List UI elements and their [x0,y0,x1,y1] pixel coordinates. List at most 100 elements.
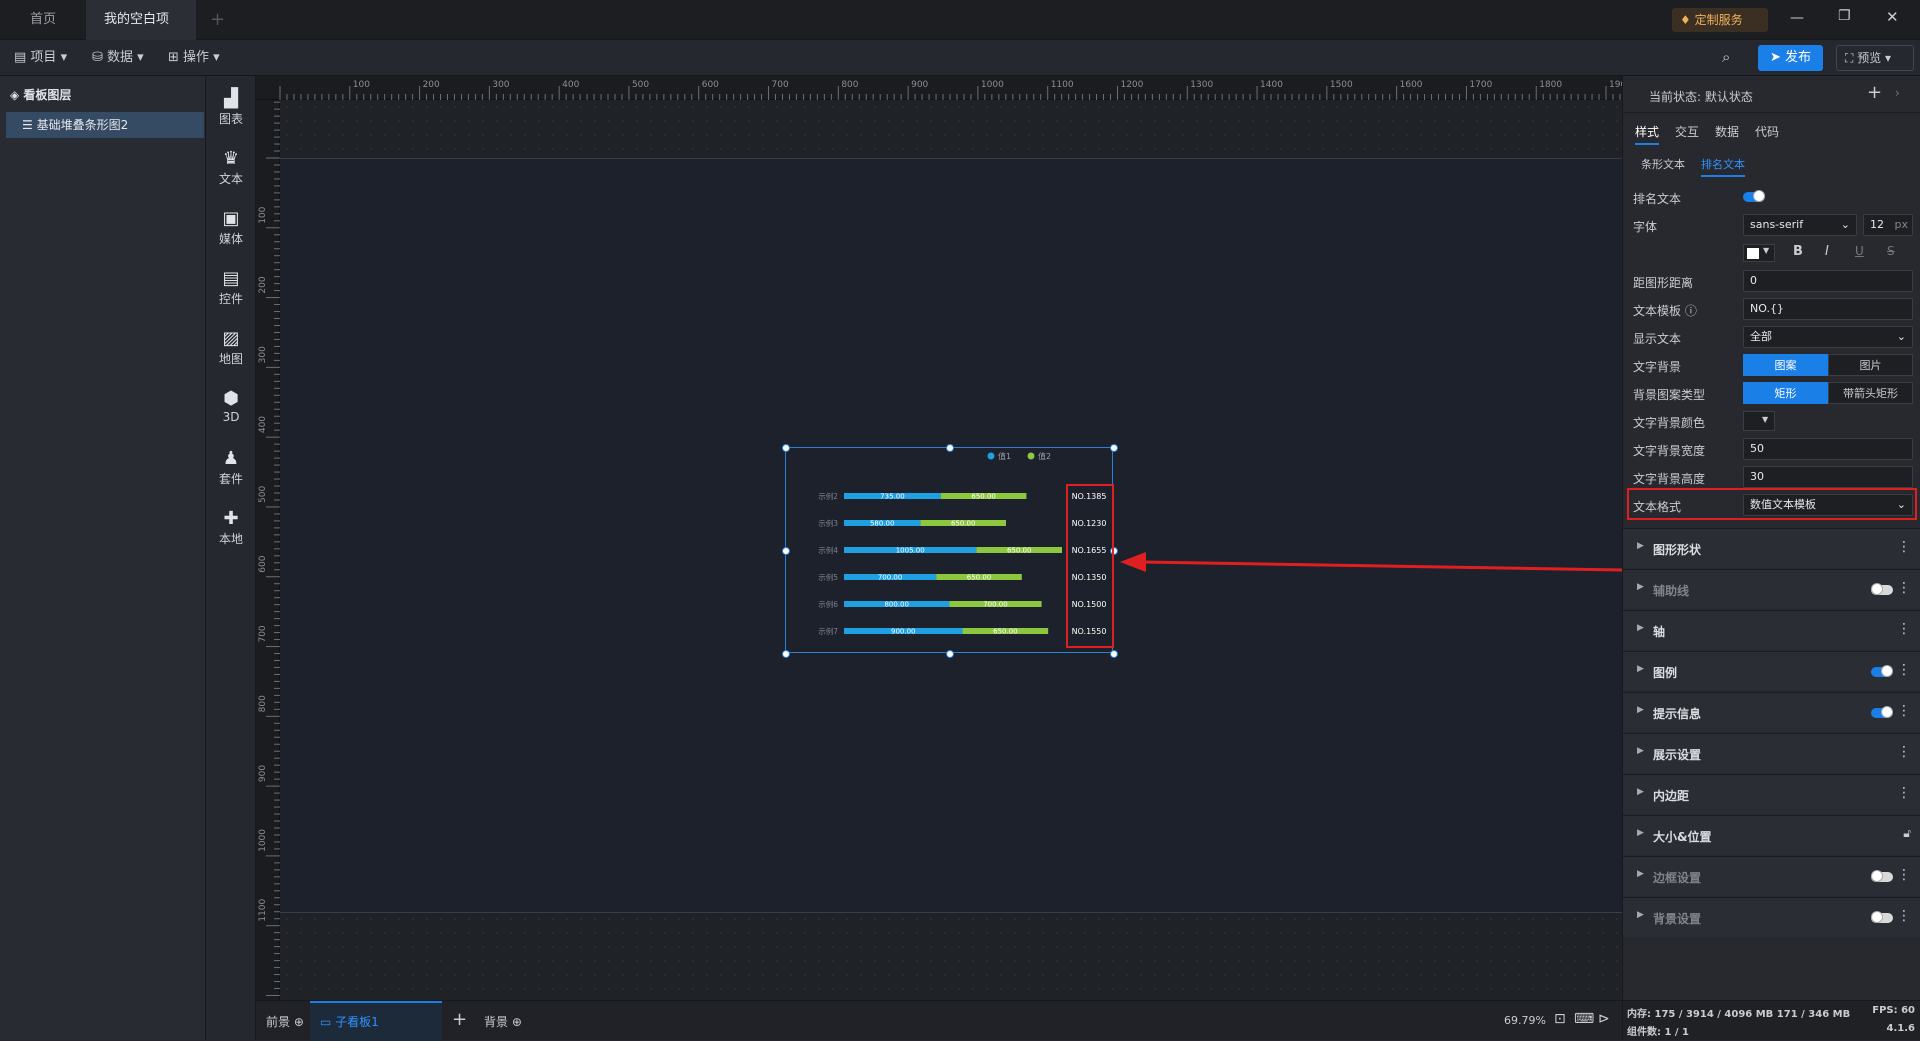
tab-label: 样式 [1635,125,1660,139]
bg-width-input[interactable]: 50 [1743,438,1913,460]
tab-label: 代码 [1755,125,1780,139]
menu-project[interactable]: ▤ 项目 ▾ [14,40,67,76]
tool-control[interactable]: ▤ 控件 [206,268,256,307]
menu-bar: ▤ 项目 ▾ ⛁ 数据 ▾ ⊞ 操作 ▾ ⌕ ➤ 发布 ⛶ 预览 ▾ [0,40,1920,76]
subtab-bar-text[interactable]: 条形文本 [1641,156,1685,172]
section-title: 图形形状 [1653,543,1702,557]
chevron-right-icon[interactable]: › [1895,86,1900,100]
template-label-text: 文本模板 [1633,304,1682,318]
more-vertical-icon[interactable]: ⋮ [1897,662,1911,678]
tab-style[interactable]: 样式 [1635,123,1660,145]
bg-height-input[interactable]: 30 [1743,466,1913,488]
font-color-picker[interactable]: ▼ [1743,244,1775,262]
more-vertical-icon[interactable]: ⋮ [1897,744,1911,760]
bg-image-option[interactable]: 图片 [1828,354,1913,376]
section-toggle[interactable] [1871,911,1893,923]
section-1[interactable]: ▶ 辅助线 ⋮ [1623,569,1920,609]
tool-local[interactable]: ✚ 本地 [206,508,256,547]
more-vertical-icon[interactable]: ⋮ [1897,703,1911,719]
preview-button[interactable]: ⛶ 预览 ▾ [1836,45,1914,71]
add-circle-icon[interactable]: ⊕ [512,1015,522,1029]
rect-option[interactable]: 矩形 [1743,382,1828,404]
tool-kit[interactable]: ♟ 套件 [206,448,256,487]
tool-chart[interactable]: ▟ 图表 [206,88,256,127]
section-6[interactable]: ▶ 内边距 ⋮ [1623,774,1920,814]
layer-item[interactable]: ☰ 基础堆叠条形图2 [6,112,204,138]
search-icon[interactable]: ⌕ [1722,48,1730,66]
lock-icon[interactable]: 🔓︎ [1903,826,1911,841]
more-vertical-icon[interactable]: ⋮ [1897,908,1911,924]
minimize-icon[interactable]: — [1790,10,1804,26]
keyboard-icon[interactable]: ⌨ [1574,1011,1594,1027]
tab-interaction[interactable]: 交互 [1675,123,1699,140]
canvas-area[interactable]: 值1 值2 示例2 735.00 650.00 NO.1385 示例3 580.00 650.0… [280,100,1622,1000]
underline-icon[interactable]: U [1855,244,1864,258]
section-2[interactable]: ▶ 轴 ⋮ [1623,610,1920,650]
section-5[interactable]: ▶ 展示设置 ⋮ [1623,733,1920,773]
template-input[interactable]: NO.{} [1743,298,1913,320]
subtab-rank-text[interactable]: 排名文本 [1701,156,1745,177]
custom-service-button[interactable]: ♦ 定制服务 [1672,8,1768,32]
font-family-select[interactable]: sans-serif ⌄ [1743,214,1857,236]
menu-data[interactable]: ⛁ 数据 ▾ [92,40,144,76]
bold-icon[interactable]: B [1793,244,1803,259]
rank-text-toggle[interactable] [1743,190,1765,202]
tool-3d[interactable]: ⬢ 3D [206,388,256,424]
help-icon[interactable]: ⓘ [1685,304,1697,318]
more-vertical-icon[interactable]: ⋮ [1897,539,1911,555]
strikethrough-icon[interactable]: S [1887,244,1895,258]
tab-home[interactable]: 首页 [12,0,74,40]
restore-icon[interactable]: ❐ [1838,8,1851,24]
ruler-h-label: 1400 [1260,80,1283,90]
text-icon: ♛ [222,148,240,169]
add-state-icon[interactable]: + [1867,82,1882,103]
more-vertical-icon[interactable]: ⋮ [1897,867,1911,883]
font-size-input[interactable]: 12 px [1863,214,1913,236]
section-toggle[interactable] [1871,583,1893,595]
tool-text[interactable]: ♛ 文本 [206,148,256,187]
tab-data[interactable]: 数据 [1715,123,1739,140]
section-7[interactable]: ▶ 大小&位置 🔓︎ [1623,815,1920,855]
state-value[interactable]: 默认状态 [1705,90,1753,104]
tab-project[interactable]: 我的空白项目 [86,0,196,67]
tab-code[interactable]: 代码 [1755,123,1779,140]
add-circle-icon[interactable]: ⊕ [294,1015,304,1029]
distance-input[interactable]: 0 [1743,270,1913,292]
section-3[interactable]: ▶ 图例 ⋮ [1623,651,1920,691]
tool-media[interactable]: ▣ 媒体 [206,208,256,247]
front-layer-tab[interactable]: 前景 ⊕ [266,1013,304,1030]
section-9[interactable]: ▶ 背景设置 ⋮ [1623,897,1920,937]
cube-icon: ⬢ [223,388,239,409]
display-text-select[interactable]: 全部 ⌄ [1743,326,1913,348]
close-icon[interactable]: ✕ [1886,8,1899,26]
menu-operate[interactable]: ⊞ 操作 ▾ [168,40,220,76]
fit-screen-icon[interactable]: ⊡ [1554,1011,1566,1027]
sub-board-tab[interactable]: ▭ 子看板1 [310,1001,442,1041]
section-8[interactable]: ▶ 边框设置 ⋮ [1623,856,1920,896]
section-title: 大小&位置 [1653,830,1712,844]
text-format-select[interactable]: 数值文本模板 ⌄ [1743,494,1913,516]
section-title: 内边距 [1653,789,1690,803]
bg-color-picker[interactable]: ▼ [1743,411,1775,431]
add-tab-icon[interactable]: + [210,9,225,30]
background-layer-tab[interactable]: 背景 ⊕ [484,1013,522,1030]
add-board-icon[interactable]: + [452,1009,467,1030]
text-bg-label: 文字背景 [1633,360,1682,374]
section-0[interactable]: ▶ 图形形状 ⋮ [1623,528,1920,568]
terminal-icon[interactable]: ⊳ [1598,1011,1610,1027]
italic-icon[interactable]: I [1825,244,1829,259]
bg-pattern-option[interactable]: 图案 [1743,354,1828,376]
more-vertical-icon[interactable]: ⋮ [1897,580,1911,596]
horizontal-ruler: 100 200 300 400 500 600 700 800 900 1000 1100 1200 1… [256,76,1632,100]
section-toggle[interactable] [1871,706,1893,718]
zoom-level[interactable]: 69.79% [1504,1014,1546,1027]
publish-button[interactable]: ➤ 发布 [1758,45,1824,71]
tool-map[interactable]: ▨ 地图 [206,328,256,367]
section-toggle[interactable] [1871,870,1893,882]
section-4[interactable]: ▶ 提示信息 ⋮ [1623,692,1920,732]
section-toggle[interactable] [1871,665,1893,677]
arrow-rect-option[interactable]: 带箭头矩形 [1828,382,1913,404]
ruler-h-label: 1700 [1469,80,1492,90]
more-vertical-icon[interactable]: ⋮ [1897,785,1911,801]
more-vertical-icon[interactable]: ⋮ [1897,621,1911,637]
